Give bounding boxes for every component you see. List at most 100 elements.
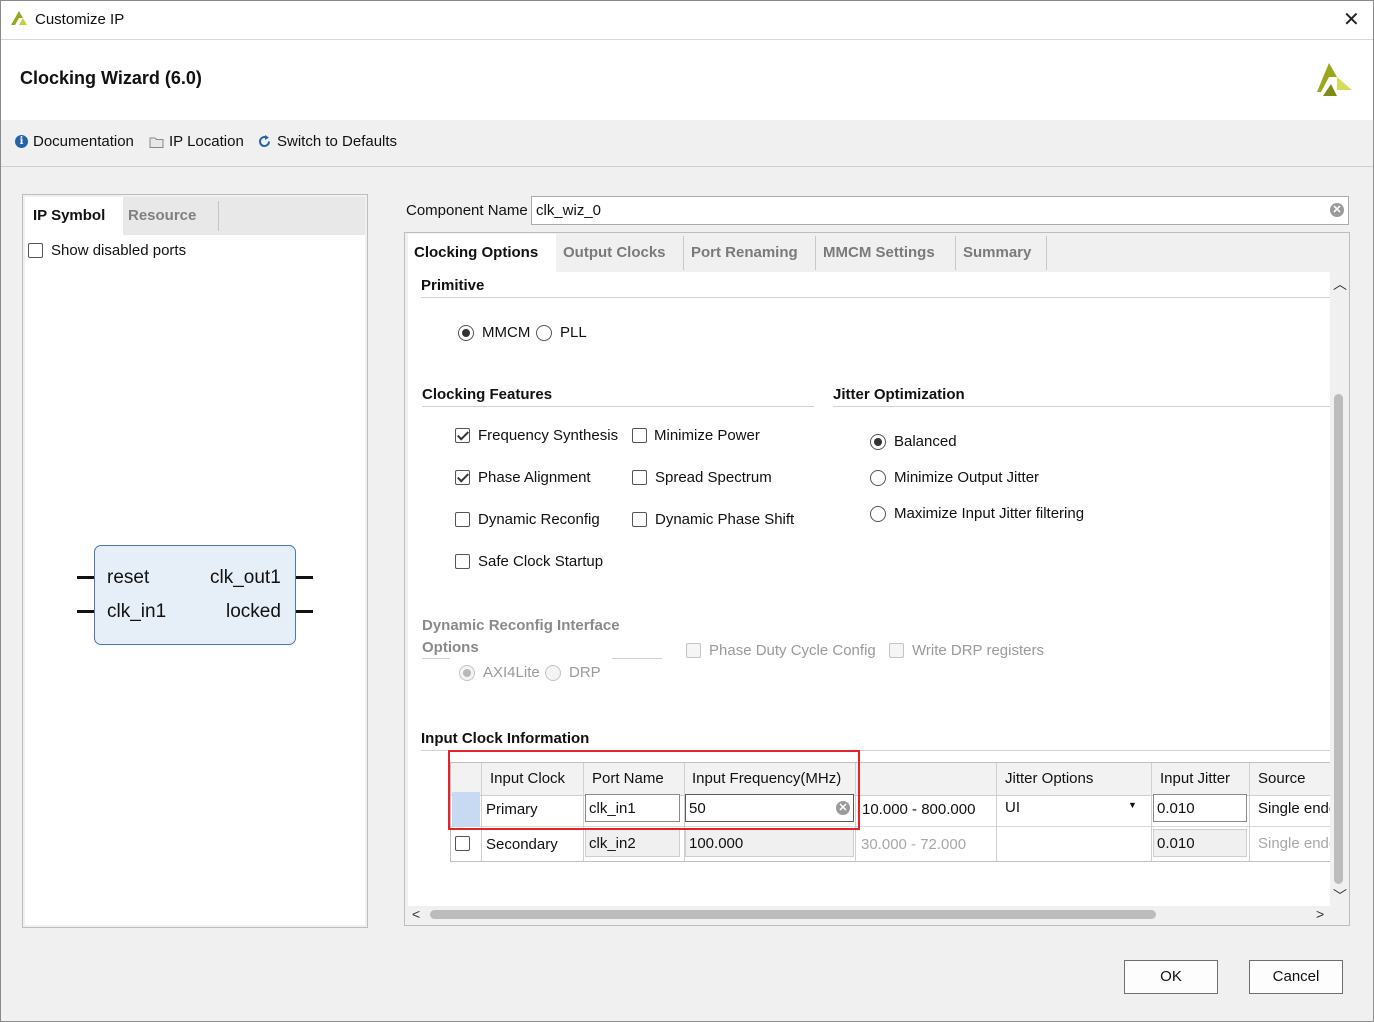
window-title: Customize IP [35,11,125,28]
axi4lite-radio[interactable] [459,665,475,681]
clear-icon[interactable]: ✕ [836,801,850,815]
tab-output-clocks[interactable]: Output Clocks [563,234,666,272]
ip-location-label: IP Location [169,133,244,150]
tab-divider [683,236,684,270]
spread-spectrum-label: Spread Spectrum [655,469,772,486]
secondary-input-jitter: 0.010 [1157,835,1195,852]
toolbar: i Documentation IP Location Switch to De… [1,120,1373,167]
header: Clocking Wizard (6.0) [1,39,1373,120]
primary-port-name: clk_in1 [589,800,636,817]
minimize-output-jitter-radio[interactable] [870,470,886,486]
xilinx-logo-icon [1317,63,1352,96]
primitive-title: Primitive [421,277,485,294]
divider [421,297,1330,298]
primary-frequency-input[interactable]: 50 [685,794,854,822]
secondary-input-jitter-input[interactable]: 0.010 [1153,829,1247,857]
minimize-power-label: Minimize Power [654,427,760,444]
vertical-scroll-thumb[interactable] [1334,394,1343,884]
primary-port-name-input[interactable]: clk_in1 [585,794,680,822]
tab-summary[interactable]: Summary [963,234,1031,272]
safe-clock-startup-checkbox[interactable] [455,554,470,569]
minimize-power-checkbox[interactable] [632,428,647,443]
phase-alignment-checkbox[interactable] [455,470,470,485]
drp-label: DRP [569,664,601,681]
dropdown-arrow-icon: ▼ [1128,800,1137,810]
tab-mmcm-settings[interactable]: MMCM Settings [823,234,935,272]
pin-reset [77,576,94,579]
pin-clk-out1 [296,576,313,579]
tab-clocking-options[interactable]: Clocking Options [408,234,556,272]
horizontal-scroll-thumb[interactable] [430,910,1156,919]
secondary-range: 30.000 - 72.000 [861,836,967,853]
frequency-synthesis-checkbox[interactable] [455,428,470,443]
title-bar: Customize IP ✕ [1,1,1373,39]
col-jitter-options: Jitter Options [1005,770,1094,787]
secondary-port-name-input[interactable]: clk_in2 [585,829,680,857]
spread-spectrum-checkbox[interactable] [632,470,647,485]
dynamic-reconfig-options-title: Options [422,639,479,656]
balanced-radio[interactable] [870,434,886,450]
minimize-output-jitter-label: Minimize Output Jitter [894,469,1040,486]
tab-port-renaming[interactable]: Port Renaming [691,234,798,272]
col-divider [583,763,584,861]
divider [422,658,450,659]
tab-ip-symbol[interactable]: IP Symbol [25,197,123,235]
page-title: Clocking Wizard (6.0) [20,68,202,88]
divider [833,406,1330,407]
component-name-input[interactable]: clk_wiz_0 [531,196,1349,225]
documentation-button[interactable]: i Documentation [15,133,134,150]
jitter-optimization-title: Jitter Optimization [833,386,965,403]
divider [612,658,662,659]
primary-source: Single ended clock capable pin [1258,800,1330,817]
port-locked: locked [226,601,281,622]
switch-defaults-button[interactable]: Switch to Defaults [257,133,397,150]
mmcm-radio[interactable] [458,325,474,341]
col-divider [481,763,482,861]
scroll-down-icon[interactable]: ﹀ [1333,886,1347,906]
component-name-label: Component Name [406,202,528,219]
port-clk-in1: clk_in1 [107,601,167,622]
divider [422,406,814,407]
phase-duty-cycle-config-checkbox[interactable] [686,643,701,658]
show-disabled-ports-checkbox[interactable] [28,243,43,258]
close-icon[interactable]: ✕ [1343,7,1360,32]
ok-button[interactable]: OK [1124,960,1218,994]
maximize-input-jitter-radio[interactable] [870,506,886,522]
pll-label: PLL [560,324,587,341]
safe-clock-startup-label: Safe Clock Startup [478,553,604,570]
port-clk-out1: clk_out1 [210,567,281,588]
vertical-scrollbar[interactable]: ︿ ﹀ [1330,272,1348,906]
primary-input-jitter-input[interactable]: 0.010 [1153,794,1247,822]
row-selector[interactable] [452,792,480,826]
port-reset: reset [107,567,150,588]
dynamic-phase-shift-checkbox[interactable] [632,512,647,527]
maximize-input-jitter-label: Maximize Input Jitter filtering [894,505,1085,522]
primary-input-jitter: 0.010 [1157,800,1195,817]
write-drp-registers-checkbox[interactable] [889,643,904,658]
tab-divider [1046,236,1047,270]
tab-divider [218,201,219,231]
secondary-source: Single ended clock capable pin [1258,835,1330,852]
ip-location-button[interactable]: IP Location [149,133,244,150]
scroll-up-icon[interactable]: ︿ [1333,274,1347,294]
scroll-left-icon[interactable]: < [412,906,420,922]
scroll-right-icon[interactable]: > [1316,906,1324,922]
secondary-clock-checkbox[interactable] [455,836,470,851]
primary-range: 10.000 - 800.000 [862,801,976,818]
cancel-button[interactable]: Cancel [1249,960,1343,994]
dynamic-reconfig-checkbox[interactable] [455,512,470,527]
secondary-frequency-input[interactable]: 100.000 [685,829,854,857]
pll-radio[interactable] [536,325,552,341]
clear-icon[interactable]: ✕ [1330,203,1344,217]
documentation-label: Documentation [33,133,134,150]
axi4lite-label: AXI4Lite [483,664,540,681]
horizontal-scrollbar[interactable]: < > [408,906,1330,924]
primary-frequency: 50 [689,800,706,817]
tab-divider [815,236,816,270]
drp-radio[interactable] [545,665,561,681]
switch-defaults-label: Switch to Defaults [277,133,398,150]
tab-resource[interactable]: Resource [128,197,218,235]
tab-divider [955,236,956,270]
jitter-options-dropdown[interactable]: UI ▼ [997,794,1150,822]
mmcm-label: MMCM [482,324,531,341]
